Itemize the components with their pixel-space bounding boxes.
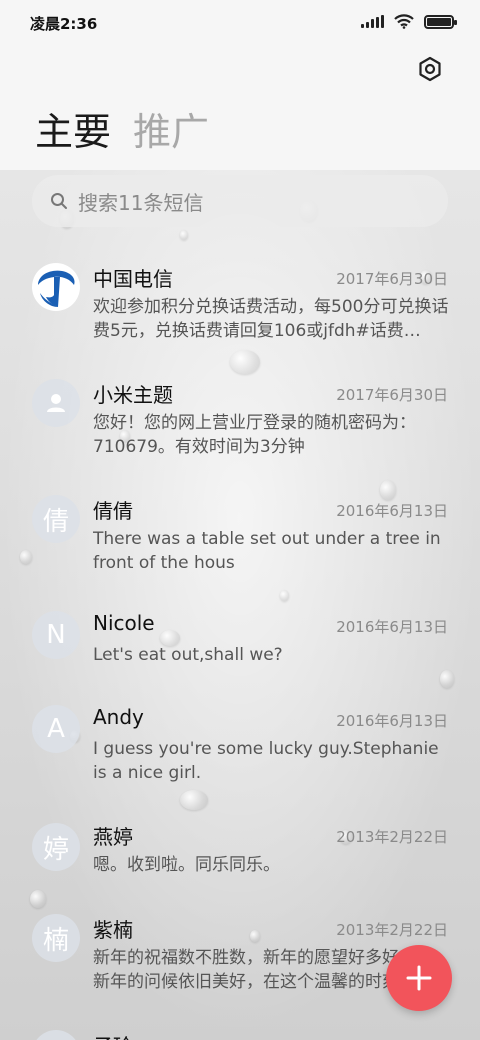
settings-gear-icon[interactable]: [417, 56, 443, 82]
water-drop: [180, 230, 188, 240]
water-drop: [20, 550, 32, 564]
status-time: 凌晨2:36: [30, 15, 98, 33]
person-icon: [47, 394, 65, 412]
message-preview: Let's eat out,shall we?: [93, 645, 283, 665]
message-date: 2013年2月22日: [336, 828, 448, 846]
message-date: 2016年6月13日: [336, 502, 448, 520]
avatar: [32, 379, 80, 427]
tab-primary[interactable]: 主要: [35, 108, 111, 156]
message-sender: 小米主题: [93, 383, 173, 407]
status-icons: [361, 14, 457, 29]
water-drop: [440, 670, 454, 688]
message-date: 2017年6月30日: [336, 270, 448, 288]
compose-button[interactable]: [386, 945, 452, 1011]
message-sender: 紫楠: [93, 918, 133, 942]
search-icon: [51, 193, 67, 209]
search-placeholder: 搜索11条短信: [78, 190, 204, 215]
avatar: N: [32, 611, 80, 659]
wifi-icon: [394, 14, 414, 29]
message-preview: 嗯。收到啦。同乐同乐。: [93, 855, 280, 875]
avatar-telecom: [32, 263, 80, 311]
avatar: A: [32, 705, 80, 753]
battery-icon: [424, 14, 457, 29]
message-preview: I guess you're some lucky guy.Stephanie …: [93, 739, 439, 783]
china-telecom-logo-icon: [33, 264, 79, 310]
signal-icon: [361, 15, 384, 28]
message-sender: 子玲: [93, 1030, 133, 1040]
message-sender: 倩倩: [93, 499, 133, 523]
tab-promotions[interactable]: 推广: [133, 108, 209, 156]
search-bar[interactable]: 搜索11条短信: [32, 175, 448, 227]
message-sender: Nicole: [93, 611, 155, 635]
avatar: 楠: [32, 914, 80, 962]
avatar: 倩: [32, 495, 80, 543]
plus-icon: [406, 965, 432, 991]
water-drop: [380, 480, 396, 500]
water-drop: [230, 350, 260, 374]
message-sender: 中国电信: [93, 267, 173, 291]
message-preview: 欢迎参加积分兑换话费活动，每500分可兑换话费5元，兑换话费请回复106或jfd…: [93, 297, 449, 341]
message-date: 2016年6月13日: [336, 712, 448, 730]
message-preview: 您好！您的网上营业厅登录的随机密码为：710679。有效时间为3分钟: [93, 413, 416, 457]
water-drop: [180, 790, 208, 810]
water-drop: [280, 590, 289, 601]
message-preview: There was a table set out under a tree i…: [93, 529, 441, 573]
water-drop: [30, 890, 46, 908]
tab-bar: 主要 推广: [35, 108, 209, 156]
avatar: 婷: [32, 823, 80, 871]
message-date: 2017年6月30日: [336, 386, 448, 404]
water-drop: [250, 930, 260, 942]
message-date: 2016年6月13日: [336, 618, 448, 636]
status-bar: 凌晨2:36: [0, 0, 480, 44]
message-date: 2013年2月22日: [336, 921, 448, 939]
message-sender: Andy: [93, 705, 144, 729]
message-sender: 燕婷: [93, 825, 133, 849]
